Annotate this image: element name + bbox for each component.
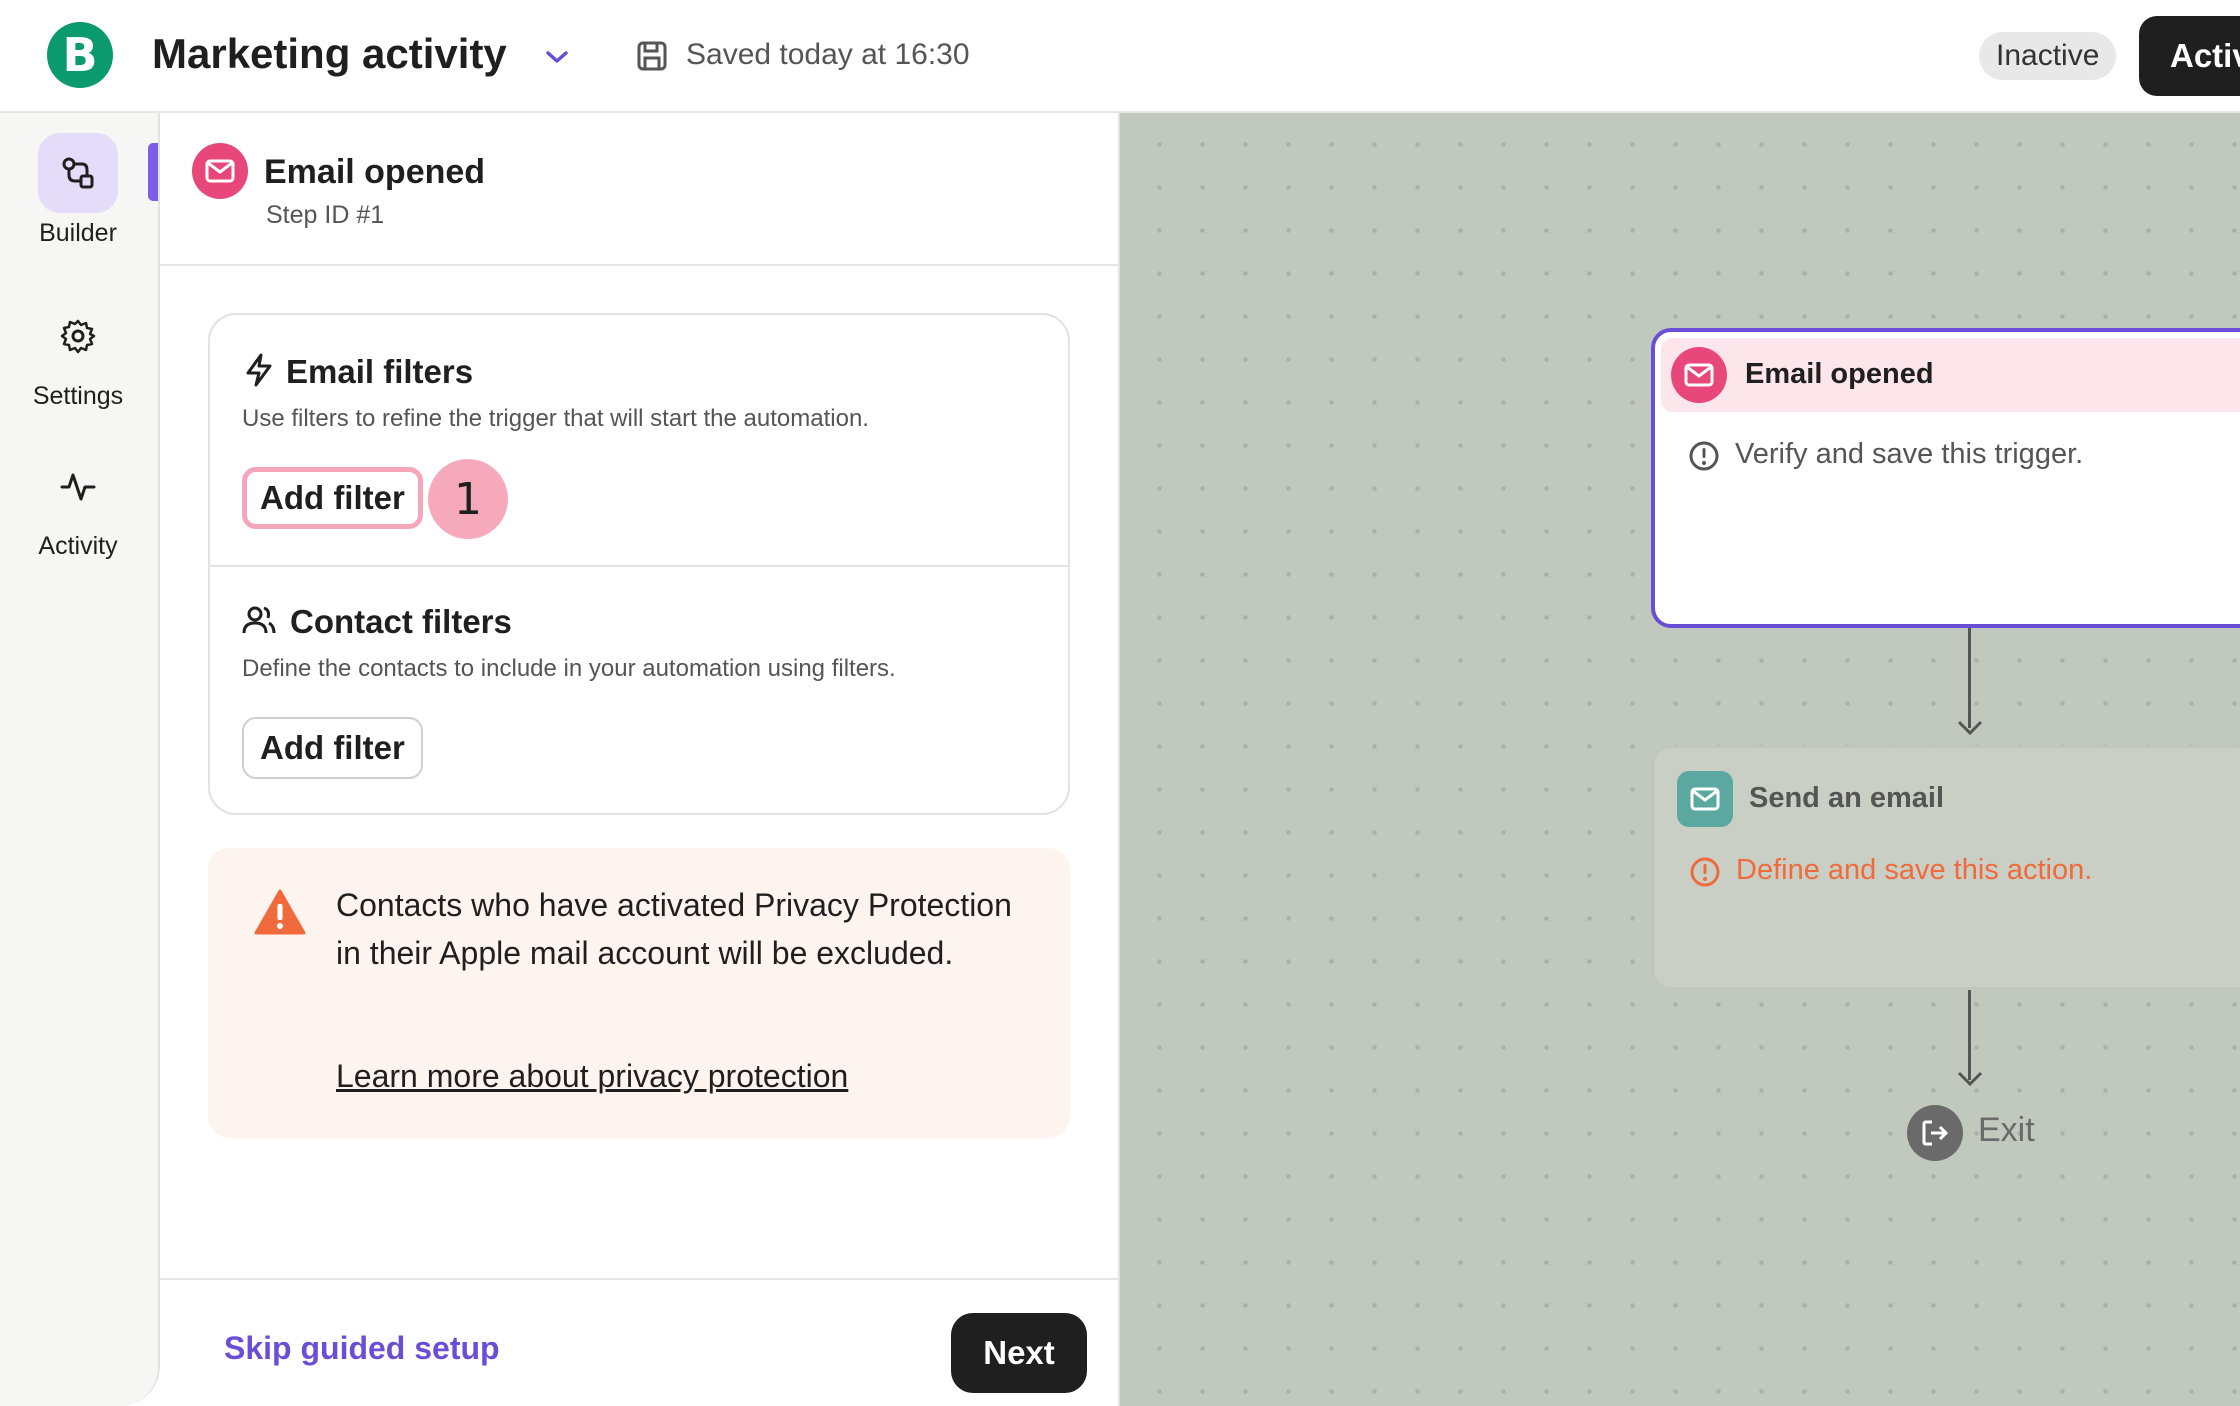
status-badge: Inactive	[1979, 32, 2117, 80]
info-icon	[1688, 440, 1720, 472]
trigger-node-title: Email opened	[1745, 358, 1934, 390]
lightning-icon	[242, 353, 276, 387]
email-add-filter-button[interactable]: Add filter	[242, 467, 423, 529]
action-node-message: Define and save this action.	[1736, 854, 2093, 886]
sidebar-item-settings[interactable]: Settings	[0, 296, 156, 411]
activate-button[interactable]: Activate	[2139, 16, 2240, 96]
connector-line	[1968, 990, 1971, 1080]
sidebar-item-builder[interactable]: Builder	[0, 133, 156, 248]
privacy-learn-more-link[interactable]: Learn more about privacy protection	[336, 1058, 848, 1095]
brand-logo[interactable]: B	[47, 22, 113, 88]
top-bar: B Marketing activity Saved today at 16:3…	[0, 0, 2240, 113]
alert-icon	[1689, 856, 1721, 888]
action-node[interactable]: Send an email Define and save this actio…	[1651, 745, 2240, 990]
chevron-down-icon[interactable]	[540, 40, 574, 74]
step-config-panel: Email opened Step ID #1 Email filters Us…	[160, 113, 1120, 1406]
trigger-node-header: Email opened	[1661, 338, 2240, 412]
email-filters-title: Email filters	[286, 353, 474, 390]
left-sidebar: Builder Settings Activity	[0, 113, 160, 1406]
automation-title[interactable]: Marketing activity	[152, 30, 507, 78]
sidebar-item-label: Settings	[32, 382, 124, 410]
app-window: B Marketing activity Saved today at 16:3…	[0, 0, 2240, 1406]
arrow-head	[1957, 1071, 1983, 1087]
exit-label: Exit	[1978, 1111, 2035, 1149]
sidebar-item-label: Builder	[39, 219, 117, 247]
builder-icon	[38, 133, 118, 213]
trigger-node[interactable]: Email opened Verify and save this trigge…	[1651, 328, 2240, 628]
connector-line	[1968, 628, 1971, 728]
step-marker: 1	[428, 459, 508, 539]
step-id: Step ID #1	[266, 201, 385, 229]
privacy-warning: Contacts who have activated Privacy Prot…	[208, 848, 1070, 1138]
trigger-node-message: Verify and save this trigger.	[1735, 438, 2084, 470]
action-node-title: Send an email	[1749, 782, 1945, 814]
save-icon	[636, 40, 668, 72]
email-icon	[1671, 347, 1727, 403]
divider	[210, 565, 1068, 567]
panel-title: Email opened	[264, 153, 486, 191]
sidebar-item-label: Activity	[38, 532, 118, 560]
exit-icon[interactable]	[1907, 1105, 1963, 1161]
contact-filters-title: Contact filters	[290, 603, 512, 640]
gear-icon	[38, 296, 118, 376]
email-filters-description: Use filters to refine the trigger that w…	[242, 405, 869, 432]
panel-footer: Skip guided setup Next	[160, 1278, 1118, 1406]
arrow-head	[1957, 720, 1983, 736]
panel-header: Email opened Step ID #1	[160, 113, 1118, 266]
activity-icon	[38, 446, 118, 526]
email-icon	[1677, 771, 1733, 827]
contact-filters-description: Define the contacts to include in your a…	[242, 655, 896, 682]
sidebar-item-activity[interactable]: Activity	[0, 446, 156, 561]
warning-text: Contacts who have activated Privacy Prot…	[336, 887, 1012, 971]
active-indicator	[148, 143, 158, 201]
warning-icon	[254, 888, 306, 936]
filters-card: Email filters Use filters to refine the …	[208, 313, 1070, 815]
contact-add-filter-button[interactable]: Add filter	[242, 717, 423, 779]
workflow-canvas[interactable]: Email opened Verify and save this trigge…	[1120, 113, 2240, 1406]
email-icon	[192, 143, 248, 199]
saved-status: Saved today at 16:30	[686, 38, 970, 71]
next-button[interactable]: Next	[951, 1313, 1087, 1393]
contacts-icon	[242, 603, 276, 637]
skip-guided-setup-link[interactable]: Skip guided setup	[224, 1330, 500, 1367]
brand-logo-letter: B	[62, 28, 98, 82]
